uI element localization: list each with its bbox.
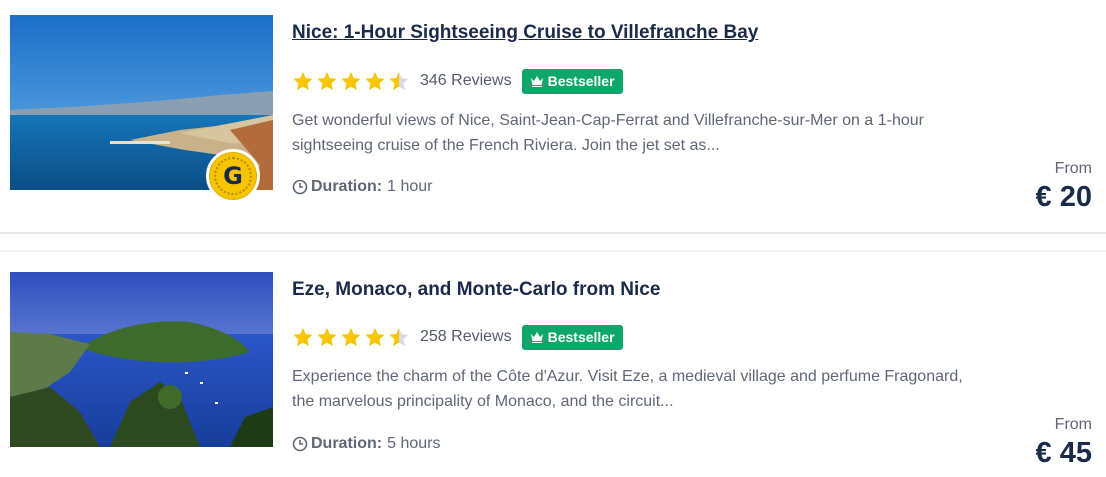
star-icon bbox=[365, 327, 385, 347]
from-label: From bbox=[1054, 416, 1092, 433]
duration-info: Duration: 5 hours bbox=[292, 435, 440, 453]
star-rating bbox=[292, 326, 412, 348]
clock-icon bbox=[292, 436, 308, 452]
star-icon bbox=[341, 71, 361, 91]
star-icon bbox=[365, 71, 385, 91]
description-line: sightseeing cruise of the French Riviera… bbox=[292, 137, 720, 154]
crown-icon bbox=[530, 332, 543, 343]
star-icon bbox=[317, 327, 337, 347]
activity-title-link[interactable]: Nice: 1-Hour Sightseeing Cruise to Ville… bbox=[292, 22, 758, 44]
duration-value: 5 hours bbox=[387, 435, 441, 452]
rating-row: 346 Reviews Bestseller bbox=[292, 68, 623, 94]
price: € 20 bbox=[1035, 181, 1092, 213]
star-icon bbox=[293, 71, 313, 91]
activity-description: Get wonderful views of Nice, Saint-Jean-… bbox=[292, 108, 1032, 158]
review-count-link[interactable]: 346 Reviews bbox=[420, 72, 512, 90]
description-line: Experience the charm of the Côte d'Azur.… bbox=[292, 368, 963, 385]
duration-label: Duration: bbox=[311, 435, 383, 452]
bestseller-badge: Bestseller bbox=[521, 68, 623, 94]
duration-label: Duration: bbox=[311, 178, 383, 195]
gold-coin-badge: G bbox=[206, 149, 260, 203]
bestseller-badge: Bestseller bbox=[521, 324, 623, 350]
bestseller-label: Bestseller bbox=[547, 73, 615, 89]
rating-row: 258 Reviews Bestseller bbox=[292, 324, 623, 350]
clock-icon bbox=[292, 179, 308, 195]
price: € 45 bbox=[1035, 437, 1092, 469]
coin-letter: G bbox=[214, 157, 252, 195]
star-rating bbox=[292, 70, 412, 92]
star-icon bbox=[317, 71, 337, 91]
review-count-link[interactable]: 258 Reviews bbox=[420, 328, 512, 346]
star-icon bbox=[341, 327, 361, 347]
from-label: From bbox=[1054, 160, 1092, 177]
activity-thumbnail[interactable] bbox=[10, 272, 273, 447]
activity-card[interactable]: Eze, Monaco, and Monte-Carlo from Nice 2… bbox=[0, 257, 1106, 477]
star-icon bbox=[293, 327, 313, 347]
activity-description: Experience the charm of the Côte d'Azur.… bbox=[292, 364, 1032, 414]
card-divider bbox=[0, 232, 1106, 252]
half-star-icon bbox=[389, 327, 409, 347]
description-line: the marvelous principality of Monaco, an… bbox=[292, 393, 674, 410]
duration-info: Duration: 1 hour bbox=[292, 178, 432, 196]
crown-icon bbox=[530, 76, 543, 87]
description-line: Get wonderful views of Nice, Saint-Jean-… bbox=[292, 112, 924, 129]
duration-value: 1 hour bbox=[387, 178, 433, 195]
activity-title-link[interactable]: Eze, Monaco, and Monte-Carlo from Nice bbox=[292, 279, 660, 301]
activity-card[interactable]: G Nice: 1-Hour Sightseeing Cruise to Vil… bbox=[0, 0, 1106, 220]
half-star-icon bbox=[389, 71, 409, 91]
bestseller-label: Bestseller bbox=[547, 329, 615, 345]
